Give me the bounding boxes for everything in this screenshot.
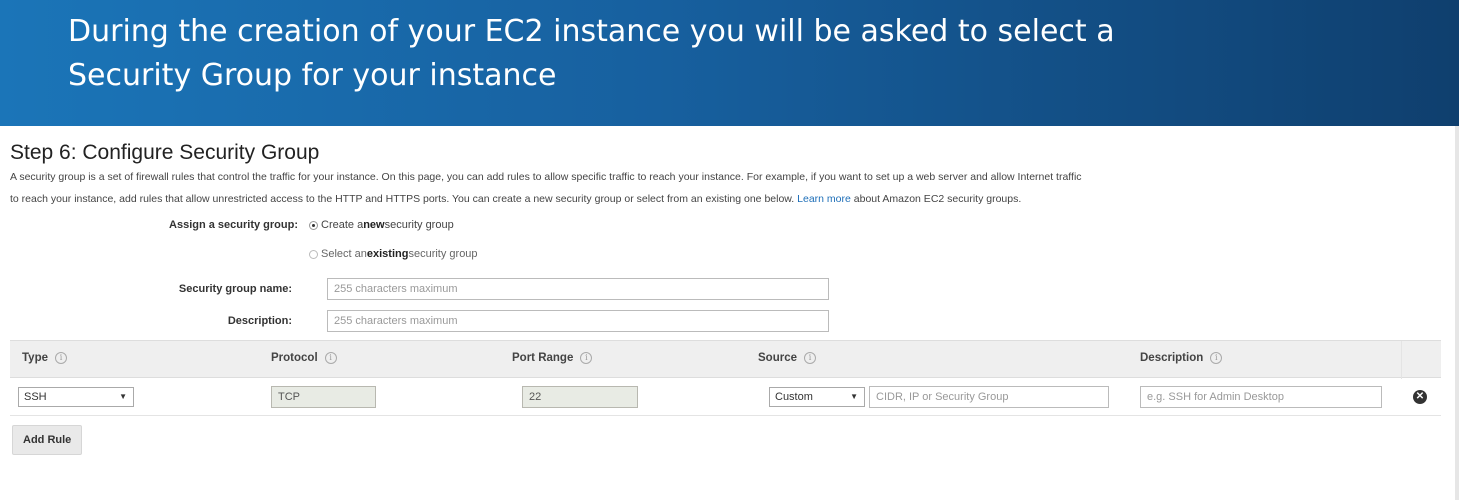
description-label: Description: [227, 315, 292, 327]
add-rule-button[interactable]: Add Rule [12, 425, 83, 455]
rules-table-header: Type i Protocol i Port Range i Source i … [10, 340, 1441, 379]
source-select-value: Custom [775, 391, 813, 403]
col-head-source: Source i [758, 352, 816, 364]
learn-more-link[interactable]: Learn more [797, 193, 851, 205]
col-head-protocol: Protocol i [271, 352, 337, 364]
chevron-down-icon: ▼ [119, 392, 127, 401]
col-head-type: Type i [22, 352, 67, 364]
radio-create-new-label-bold: new [363, 219, 385, 231]
intro-line-2: to reach your instance, add rules that a… [10, 188, 1450, 210]
slide-banner: During the creation of your EC2 instance… [0, 0, 1459, 126]
type-select-value: SSH [24, 391, 47, 403]
source-select[interactable]: Custom ▼ [769, 387, 865, 407]
col-head-protocol-label: Protocol [271, 352, 318, 364]
description-input[interactable]: 255 characters maximum [327, 310, 829, 332]
col-head-type-label: Type [22, 352, 48, 364]
info-icon[interactable]: i [324, 352, 337, 364]
radio-create-new-label-pre: Create a [321, 219, 364, 231]
protocol-field: TCP [271, 386, 376, 408]
radio-create-new-control[interactable] [309, 220, 318, 230]
column-divider [1401, 341, 1402, 379]
security-group-name-label: Security group name: [178, 283, 292, 295]
port-range-field: 22 [522, 386, 638, 408]
info-icon[interactable]: i [580, 352, 593, 364]
type-select[interactable]: SSH ▼ [18, 387, 134, 407]
intro-text: A security group is a set of firewall ru… [10, 166, 1450, 210]
banner-line-2: Security Group for your instance [68, 58, 557, 93]
banner-text: During the creation of your EC2 instance… [68, 10, 1368, 98]
page-edge [1455, 126, 1459, 500]
page-title: Step 6: Configure Security Group [10, 141, 320, 164]
chevron-down-icon: ▼ [850, 392, 858, 401]
remove-rule-icon[interactable]: ✕ [1413, 390, 1427, 404]
info-icon[interactable]: i [55, 352, 67, 364]
radio-select-existing-label-pre: Select an [321, 248, 367, 260]
info-icon[interactable]: i [1210, 352, 1223, 364]
assign-security-group-label: Assign a security group: [169, 219, 298, 231]
table-row: SSH ▼ TCP 22 Custom ▼ CIDR, IP or Securi… [10, 378, 1441, 416]
banner-line-1: During the creation of your EC2 instance… [68, 14, 1115, 49]
intro-line-2-post: about Amazon EC2 security groups. [850, 193, 1022, 205]
security-group-name-input[interactable]: 255 characters maximum [327, 278, 829, 300]
radio-select-existing-label-bold: existing [366, 248, 409, 260]
col-head-port-range-label: Port Range [512, 352, 574, 364]
radio-select-existing-label-post: security group [408, 248, 478, 260]
col-head-port-range: Port Range i [512, 352, 593, 364]
radio-create-new[interactable]: Create a new security group [309, 219, 454, 231]
radio-select-existing-control[interactable] [309, 249, 318, 259]
rule-description-input[interactable]: e.g. SSH for Admin Desktop [1140, 386, 1382, 408]
source-cidr-input[interactable]: CIDR, IP or Security Group [869, 386, 1109, 408]
radio-create-new-label-post: security group [384, 219, 454, 231]
info-icon[interactable]: i [804, 352, 816, 364]
col-head-description-label: Description [1140, 352, 1204, 364]
intro-line-1: A security group is a set of firewall ru… [10, 171, 1082, 183]
col-head-source-label: Source [758, 352, 797, 364]
col-head-description: Description i [1140, 352, 1223, 364]
radio-select-existing[interactable]: Select an existing security group [309, 248, 478, 260]
intro-line-2-pre: to reach your instance, add rules that a… [10, 193, 798, 205]
